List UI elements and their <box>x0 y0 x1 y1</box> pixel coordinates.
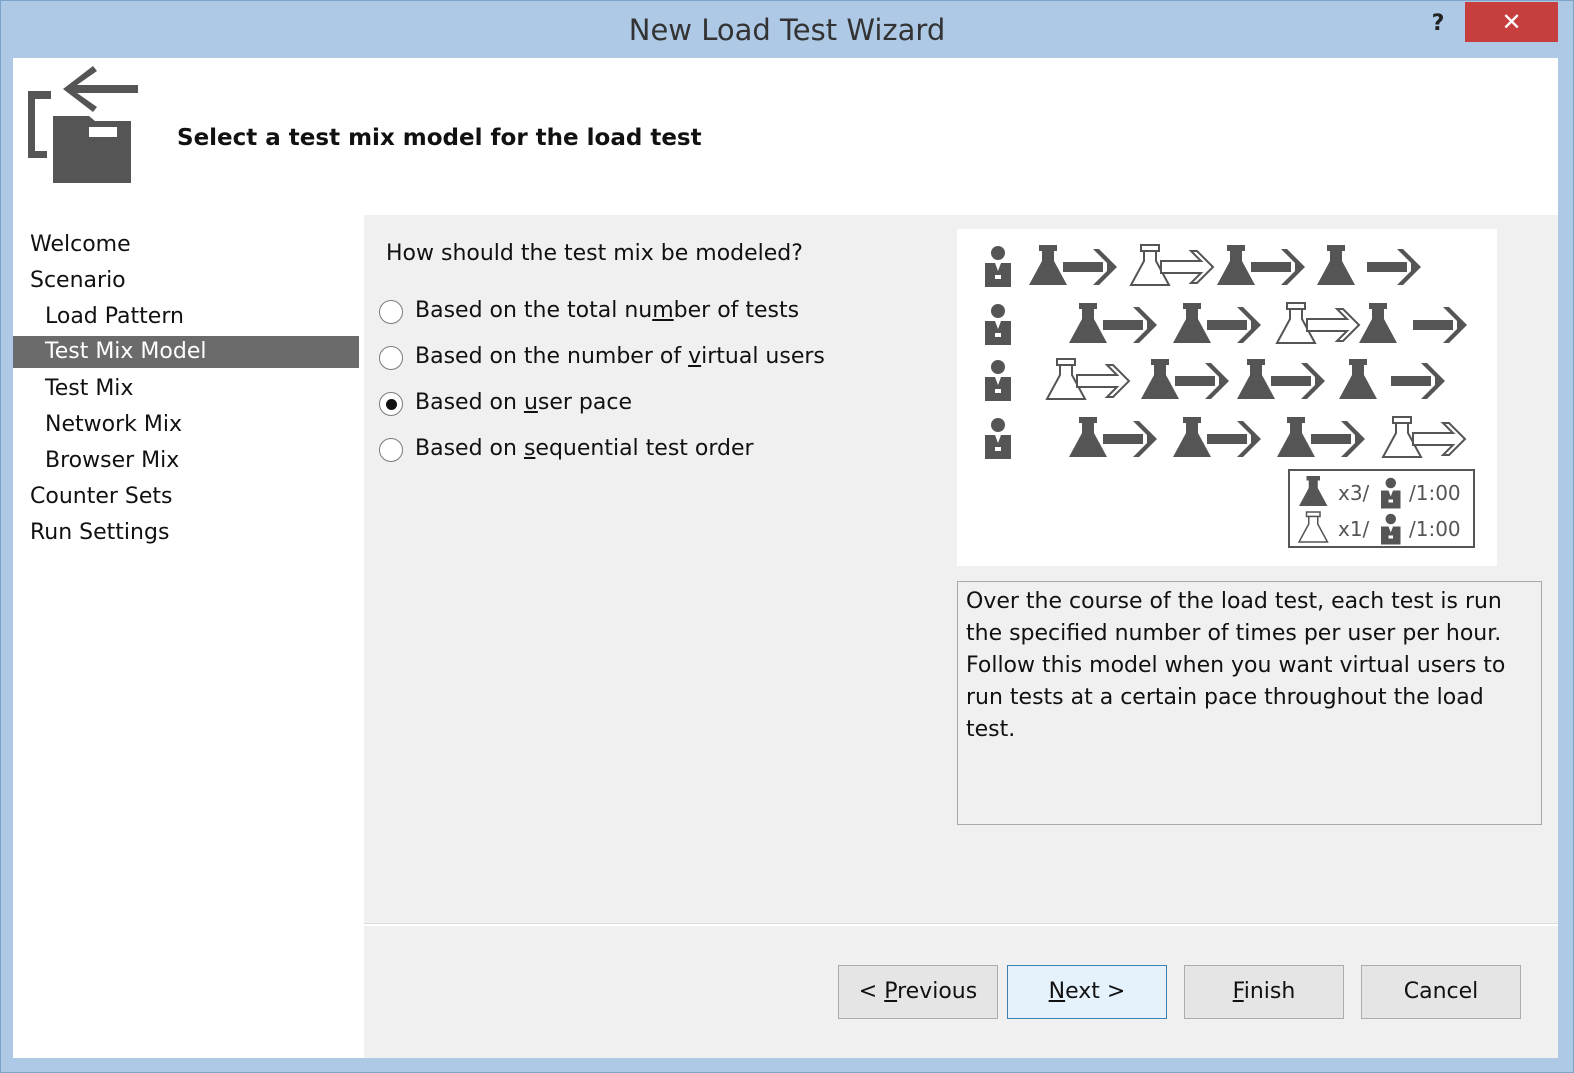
nav-item-test-mix[interactable]: Test Mix <box>13 373 359 405</box>
legend-row1-time: /1:00 <box>1409 481 1461 505</box>
close-button[interactable]: ✕ <box>1465 2 1558 42</box>
wizard-nav: Welcome Scenario Load Pattern Test Mix M… <box>13 215 362 1058</box>
wizard-window: New Load Test Wizard ? ✕ Select a test m… <box>0 0 1574 1073</box>
legend-row2-time: /1:00 <box>1409 517 1461 541</box>
nav-item-browser-mix[interactable]: Browser Mix <box>13 445 359 477</box>
wizard-folder-icon <box>28 66 138 183</box>
wizard-client-area: Select a test mix model for the load tes… <box>13 58 1558 1058</box>
nav-item-counter-sets[interactable]: Counter Sets <box>13 481 359 513</box>
nav-item-scenario[interactable]: Scenario <box>13 265 359 297</box>
nav-item-load-pattern[interactable]: Load Pattern <box>13 301 359 333</box>
nav-item-test-mix-model[interactable]: Test Mix Model <box>13 336 359 368</box>
legend-row1-count: x3/ <box>1338 481 1370 505</box>
main-panel: How should the test mix be modeled? Base… <box>364 215 1558 1058</box>
next-button[interactable]: Next > <box>1007 965 1167 1019</box>
page-title: Select a test mix model for the load tes… <box>177 125 702 151</box>
radio-button[interactable] <box>379 438 403 462</box>
radio-button[interactable] <box>379 346 403 370</box>
cancel-button[interactable]: Cancel <box>1361 965 1521 1019</box>
option-label: Based on the total number of tests <box>415 298 800 323</box>
legend-row2-count: x1/ <box>1338 517 1370 541</box>
user-icon <box>985 246 1011 287</box>
option-label: Based on the number of virtual users <box>415 344 825 369</box>
option-label: Based on user pace <box>415 390 633 415</box>
nav-item-welcome[interactable]: Welcome <box>13 229 359 261</box>
window-title: New Load Test Wizard <box>628 13 946 47</box>
test-mix-diagram: x3/ /1:00 x1/ /1:00 <box>957 229 1497 566</box>
option-label: Based on sequential test order <box>415 436 754 461</box>
previous-button[interactable]: < Previous <box>838 965 998 1019</box>
title-bar[interactable]: New Load Test Wizard ? ✕ <box>1 1 1573 58</box>
radio-button-selected[interactable] <box>379 392 403 416</box>
description-box: Over the course of the load test, each t… <box>957 581 1542 825</box>
question-label: How should the test mix be modeled? <box>386 241 803 266</box>
nav-item-run-settings[interactable]: Run Settings <box>13 517 359 549</box>
radio-dot <box>386 399 397 410</box>
nav-item-network-mix[interactable]: Network Mix <box>13 409 359 441</box>
radio-button[interactable] <box>379 300 403 324</box>
button-separator <box>364 923 1558 926</box>
finish-button[interactable]: Finish <box>1184 965 1344 1019</box>
help-button[interactable]: ? <box>1421 9 1455 39</box>
user-pace-illustration: x3/ /1:00 x1/ /1:00 <box>985 244 1475 548</box>
